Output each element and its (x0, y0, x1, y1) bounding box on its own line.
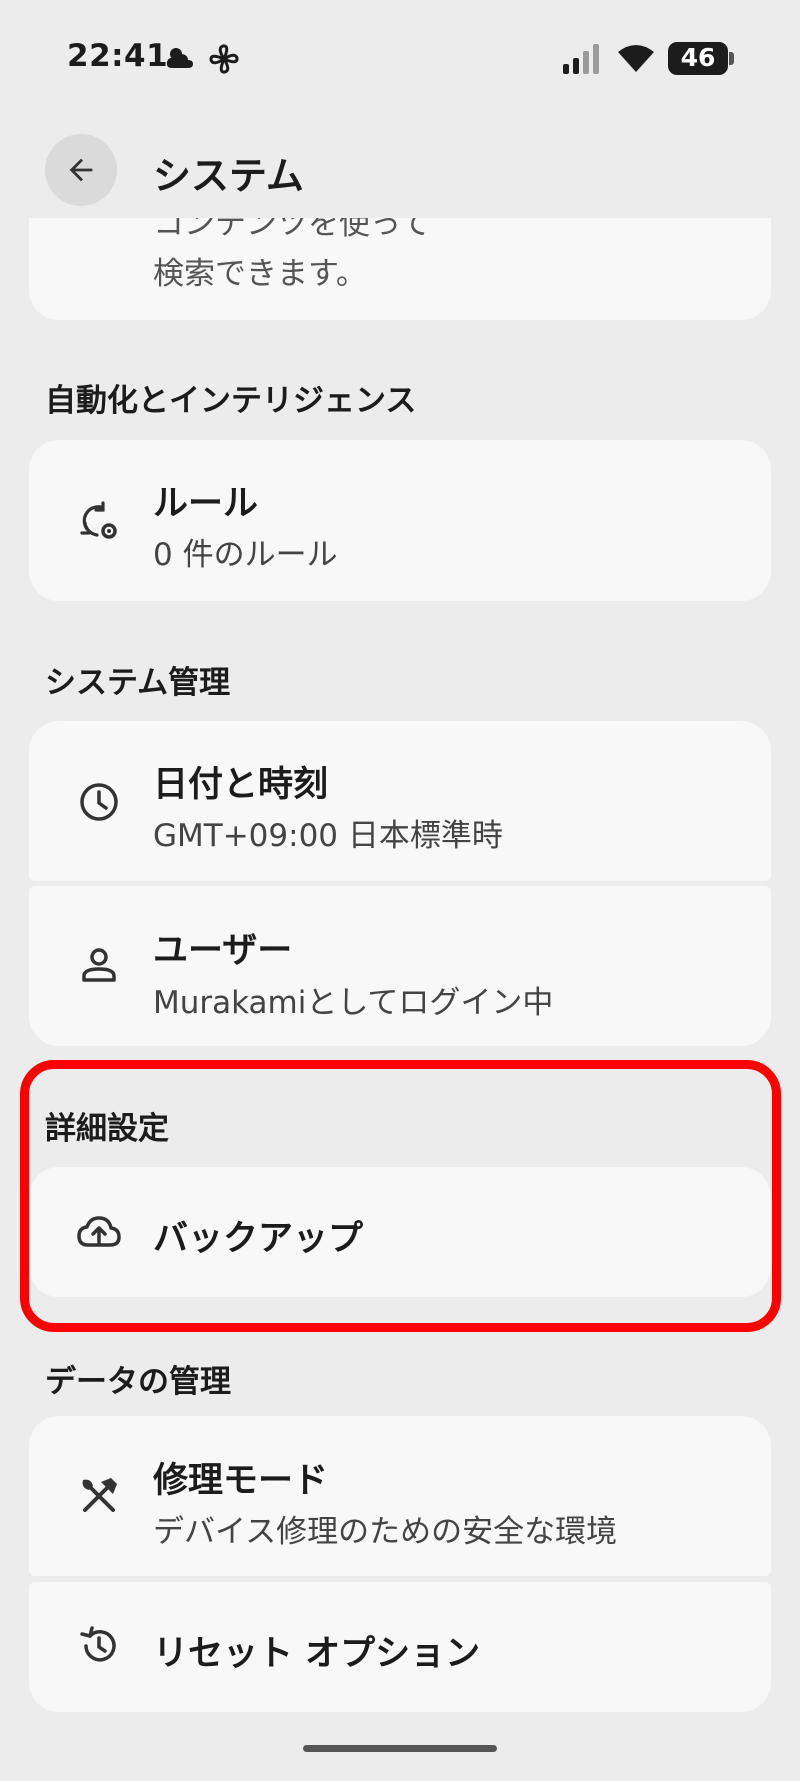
search-settings-card[interactable]: コンテンツを使って 検索できます。 (29, 218, 771, 320)
highlight-annotation (20, 1060, 781, 1332)
search-settings-partial-line: コンテンツを使って (153, 218, 431, 242)
section-header-automation: 自動化とインテリジェンス (45, 383, 417, 419)
battery-level: 46 (680, 43, 716, 72)
arrow-back-icon (69, 158, 93, 182)
section-header-data-management: データの管理 (45, 1364, 231, 1400)
battery-icon: 46 (668, 42, 734, 75)
home-indicator[interactable] (303, 1745, 497, 1752)
users-title: ユーザー (153, 931, 293, 971)
reset-options-item[interactable]: リセット オプション (29, 1582, 771, 1712)
signal-icon (563, 44, 599, 74)
fan-icon (209, 44, 239, 74)
search-settings-description: 検索できます。 (153, 256, 367, 292)
person-icon (73, 939, 125, 991)
date-time-subtitle: GMT+09:00 日本標準時 (153, 818, 503, 854)
users-subtitle: Murakamiとしてログイン中 (153, 985, 554, 1021)
status-time: 22:41 (67, 38, 169, 74)
status-bar: 22:41 46 (0, 0, 800, 120)
rules-item[interactable]: ルール 0 件のルール (29, 440, 771, 601)
reset-options-title: リセット オプション (153, 1634, 481, 1674)
back-button[interactable] (45, 134, 117, 206)
page-title: システム (153, 154, 304, 198)
rules-title: ルール (153, 484, 259, 524)
weather-cloud-icon (166, 48, 193, 68)
wifi-icon (618, 45, 654, 72)
rules-subtitle: 0 件のルール (153, 537, 338, 573)
history-reset-icon (73, 1620, 125, 1672)
repair-mode-subtitle: デバイス修理のための安全な環境 (153, 1514, 618, 1550)
users-item[interactable]: ユーザー Murakamiとしてログイン中 (29, 886, 771, 1046)
clock-icon (73, 776, 125, 828)
repair-tools-icon (73, 1470, 125, 1522)
date-time-title: 日付と時刻 (153, 765, 329, 805)
repair-mode-title: 修理モード (153, 1461, 329, 1501)
date-time-item[interactable]: 日付と時刻 GMT+09:00 日本標準時 (29, 721, 771, 881)
section-header-system-management: システム管理 (45, 665, 231, 701)
rules-sync-gear-icon (73, 495, 125, 547)
repair-mode-item[interactable]: 修理モード デバイス修理のための安全な環境 (29, 1416, 771, 1576)
